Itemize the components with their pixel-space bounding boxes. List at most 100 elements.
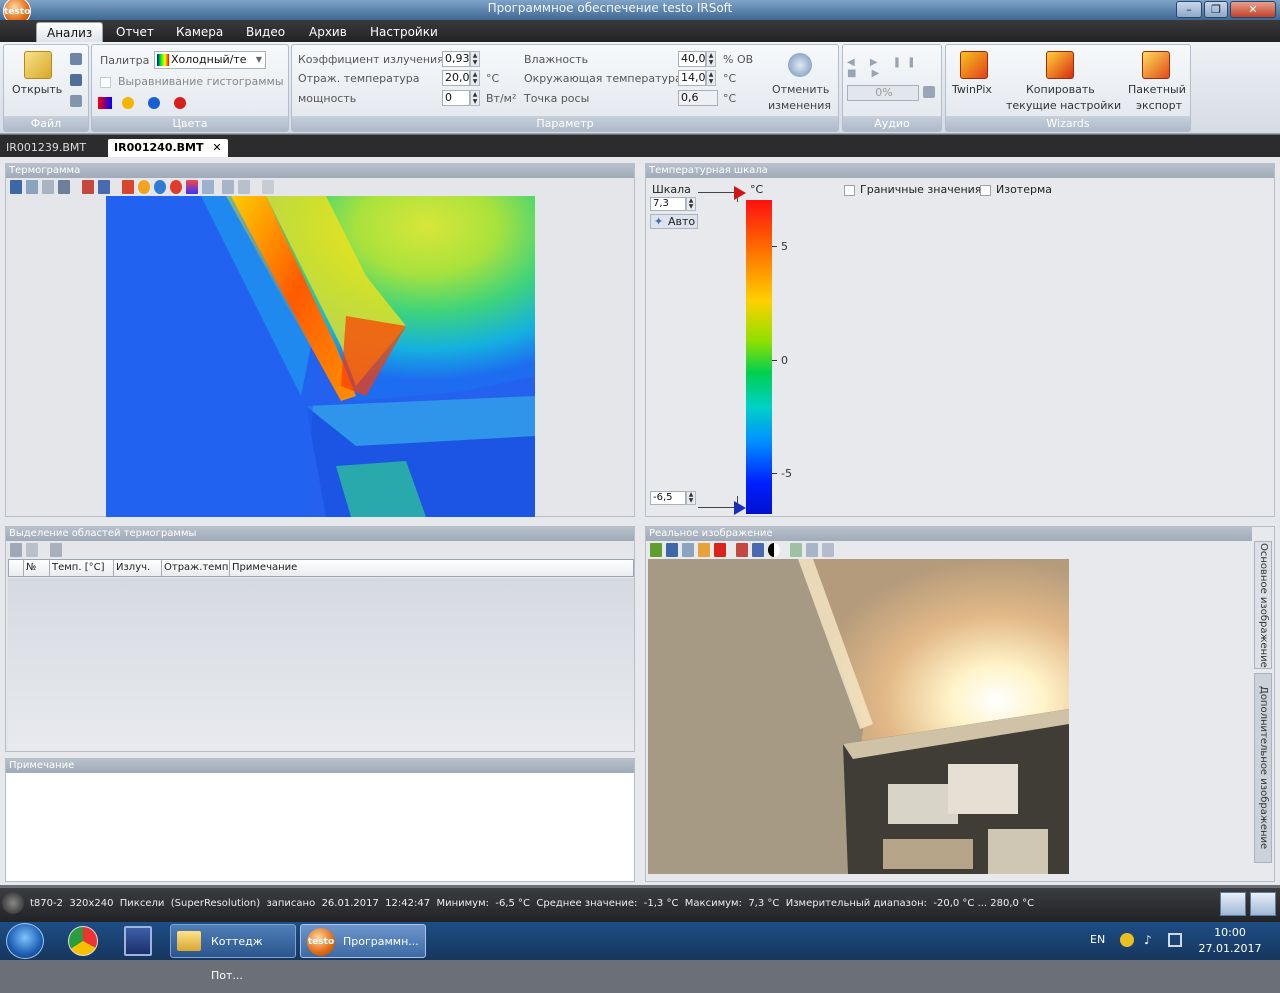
save-icon[interactable] <box>70 53 82 65</box>
language-indicator[interactable]: EN <box>1090 933 1105 946</box>
col-refl-temp[interactable]: Отраж.темп <box>161 560 229 576</box>
start-button[interactable] <box>6 923 44 959</box>
scale-max-field[interactable]: 7,3 <box>650 197 686 211</box>
fit-icon[interactable] <box>822 543 834 557</box>
col-temp[interactable]: Темп. [°C] <box>49 560 113 576</box>
histogram-icon[interactable] <box>186 180 198 194</box>
undo-label-2[interactable]: изменения <box>768 99 831 112</box>
thermometer-icon[interactable] <box>122 180 134 194</box>
tab-archive[interactable]: Архив <box>299 22 357 42</box>
open-icon[interactable] <box>650 543 662 557</box>
hot-spot-icon[interactable] <box>138 180 150 194</box>
paste-icon[interactable] <box>698 543 710 557</box>
save-icon[interactable] <box>10 180 22 194</box>
twinpix-icon[interactable] <box>960 51 988 79</box>
zoom-in-icon[interactable] <box>790 543 802 557</box>
isotherm-checkbox[interactable] <box>980 185 991 196</box>
humidity-spinner[interactable]: ▲ ▼ <box>706 51 716 67</box>
taskbar-folder[interactable]: Коттедж Пот... <box>170 924 296 982</box>
batch-export-label-1[interactable]: Пакетный <box>1128 83 1186 96</box>
side-tab-extra-image[interactable]: Дополнительное изображение <box>1254 673 1272 863</box>
copy-icon[interactable] <box>682 543 694 557</box>
tab-settings[interactable]: Настройки <box>360 22 448 42</box>
cold-spot-icon[interactable] <box>154 180 166 194</box>
open-button[interactable]: Открыть <box>12 83 62 96</box>
min-handle-icon[interactable] <box>734 501 746 515</box>
copy-icon[interactable] <box>26 180 38 194</box>
real-photo[interactable] <box>648 559 1069 874</box>
tab-report[interactable]: Отчет <box>106 22 164 42</box>
delete-area-icon[interactable] <box>238 180 250 194</box>
save-as-icon[interactable] <box>70 74 82 86</box>
window-layout-icon[interactable] <box>1250 892 1276 916</box>
clock-time[interactable]: 10:00 <box>1200 926 1260 939</box>
taskbar-irsoft[interactable]: testo Программн... <box>300 924 426 958</box>
auto-scale-button[interactable]: ✦ Авто <box>650 214 698 229</box>
marker-icon[interactable] <box>170 180 182 194</box>
power-field[interactable]: 0 <box>442 90 470 106</box>
color-icon[interactable] <box>174 97 186 109</box>
refl-temp-spinner[interactable]: ▲ ▼ <box>470 70 480 86</box>
delete-icon[interactable] <box>50 543 62 557</box>
save-all-icon[interactable] <box>70 95 82 107</box>
maximize-button[interactable]: ❐ <box>1204 1 1228 18</box>
max-handle-icon[interactable] <box>734 186 746 200</box>
refl-temp-field[interactable]: 20,0 <box>442 70 470 86</box>
delete-icon[interactable] <box>714 543 726 557</box>
ambient-field[interactable]: 14,0 <box>678 70 706 86</box>
batch-export-label-2[interactable]: экспорт <box>1136 99 1182 112</box>
crop-icon[interactable] <box>58 180 70 194</box>
grid-icon[interactable] <box>262 180 274 194</box>
tab-analysis[interactable]: Анализ <box>36 22 104 42</box>
minimize-button[interactable]: – <box>1176 1 1202 18</box>
humidity-field[interactable]: 40,0 <box>678 51 706 67</box>
copy-settings-label-2[interactable]: текущие настройки <box>1006 99 1121 112</box>
close-tab-icon[interactable]: ✕ <box>212 141 221 154</box>
rotate-icon[interactable] <box>736 543 748 557</box>
col-emissivity[interactable]: Излуч. <box>113 560 161 576</box>
emissivity-field[interactable]: 0,93 <box>442 51 470 67</box>
scale-max-spinner[interactable]: ▲ ▼ <box>686 197 696 211</box>
col-number[interactable]: № <box>23 560 49 576</box>
save-icon[interactable] <box>10 543 22 557</box>
chrome-icon[interactable] <box>68 926 98 956</box>
palette-select[interactable]: Холодный/те ▼ <box>154 51 266 69</box>
copy-icon[interactable] <box>26 543 38 557</box>
flip-icon[interactable] <box>752 543 764 557</box>
thermogram-image[interactable] <box>106 196 535 517</box>
undo-label-1[interactable]: Отменить <box>772 83 829 96</box>
color-icon[interactable] <box>122 97 134 109</box>
bounds-checkbox[interactable] <box>844 185 855 196</box>
save-audio-icon[interactable] <box>923 86 935 98</box>
tray-icon[interactable] <box>1120 933 1134 947</box>
twinpix-button[interactable]: TwinPix <box>952 83 992 96</box>
clock-date[interactable]: 27.01.2017 <box>1196 942 1264 955</box>
save-icon[interactable] <box>666 543 678 557</box>
note-textarea[interactable] <box>8 775 632 879</box>
copy-settings-label-1[interactable]: Копировать <box>1026 83 1095 96</box>
volume-icon[interactable]: ♪ <box>1144 933 1152 947</box>
equalize-checkbox[interactable] <box>100 77 111 88</box>
flip-icon[interactable] <box>98 180 110 194</box>
zoom-out-icon[interactable] <box>806 543 818 557</box>
network-icon[interactable] <box>1168 933 1182 947</box>
batch-export-icon[interactable] <box>1142 51 1170 79</box>
doc-tab-ir001240[interactable]: IR001240.BMT ✕ <box>108 139 228 157</box>
close-button[interactable]: ✕ <box>1230 1 1276 18</box>
palette-icon[interactable] <box>98 97 112 109</box>
area-icon[interactable] <box>222 180 234 194</box>
contrast-icon[interactable] <box>768 543 780 557</box>
audio-controls[interactable]: ◀ ▶ ❚❚ ■ ▶ <box>847 57 941 79</box>
save-app-icon[interactable] <box>124 926 152 956</box>
tab-camera[interactable]: Камера <box>166 22 233 42</box>
rotate-icon[interactable] <box>82 180 94 194</box>
zoom-icon[interactable] <box>42 180 54 194</box>
scale-min-field[interactable]: -6,5 <box>650 491 686 505</box>
folder-open-icon[interactable] <box>24 51 52 79</box>
power-spinner[interactable]: ▲ ▼ <box>470 90 480 106</box>
color-icon[interactable] <box>148 97 160 109</box>
ambient-spinner[interactable]: ▲ ▼ <box>706 70 716 86</box>
profile-icon[interactable] <box>202 180 214 194</box>
emissivity-spinner[interactable]: ▲ ▼ <box>470 51 480 67</box>
scale-min-spinner[interactable]: ▲ ▼ <box>686 491 696 505</box>
